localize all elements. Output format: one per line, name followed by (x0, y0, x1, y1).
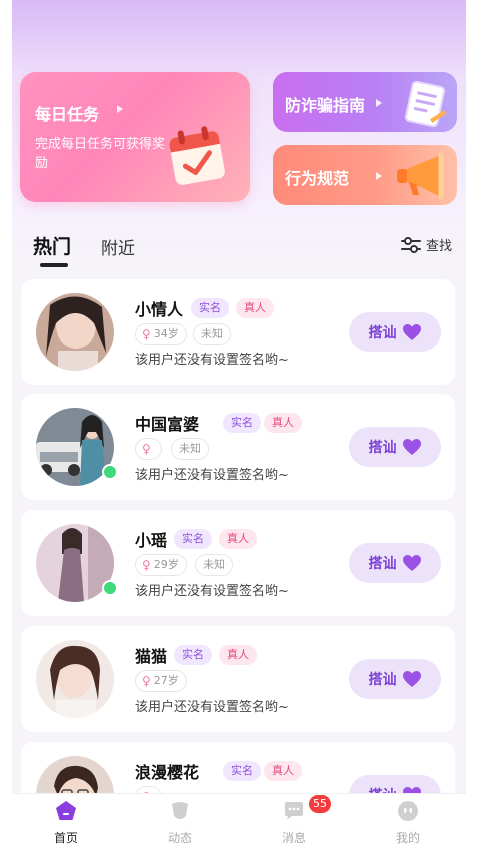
greet-label: 搭讪 (368, 325, 397, 341)
tab-active-indicator (40, 263, 68, 267)
bottom-nav: 首页 动态 消息 我的 (12, 793, 466, 850)
verified-badge: 实名 (174, 529, 212, 549)
anti-fraud-banner[interactable]: 防诈骗指南 (273, 72, 457, 132)
behavior-rules-title: 行为规范 (285, 169, 350, 188)
tab-hot[interactable]: 热门 (33, 232, 71, 259)
heart-icon (402, 324, 421, 340)
user-name: 猫猫 (135, 647, 168, 666)
anti-fraud-title: 防诈骗指南 (285, 96, 366, 115)
greet-button[interactable]: 搭讪 (349, 427, 441, 467)
greet-button[interactable]: 搭讪 (349, 312, 441, 352)
female-icon: ♀ (142, 327, 151, 341)
greet-label: 搭讪 (368, 440, 397, 456)
age-label: 34岁 (153, 327, 179, 340)
filter-icon (401, 236, 421, 253)
behavior-rules-banner[interactable]: 行为规范 (273, 145, 457, 205)
nav-moments[interactable]: 动态 (140, 800, 220, 846)
user-card[interactable]: 小瑶 实名 真人 ♀ 29岁 未知 该用户还没有设置签名哟~ 搭讪 (21, 510, 455, 616)
female-icon: ♀ (142, 442, 151, 456)
calendar-icon (169, 126, 225, 185)
gender-age-tag: ♀ 34岁 (135, 323, 187, 345)
online-indicator (102, 464, 118, 480)
location-tag: 未知 (195, 554, 233, 576)
app-screen: 每日任务 完成每日任务可获得奖励 防诈骗指南 行为规范 热门 附近 查找 小情人… (12, 0, 466, 850)
location-tag: 未知 (193, 323, 231, 345)
location-tag: 未知 (171, 438, 209, 460)
user-name: 小瑶 (135, 531, 168, 550)
user-card[interactable]: 中国富婆 实名 真人 ♀ 未知 该用户还没有设置签名哟~ 搭讪 (21, 394, 455, 500)
signature: 该用户还没有设置签名哟~ (135, 584, 289, 599)
tab-nearby[interactable]: 附近 (101, 234, 135, 259)
arrow-right-icon (376, 172, 382, 180)
nav-mine-label: 我的 (395, 831, 420, 845)
daily-task-banner[interactable]: 每日任务 完成每日任务可获得奖励 (20, 72, 250, 202)
greet-button[interactable]: 搭讪 (349, 659, 441, 699)
nav-home-label: 首页 (53, 831, 78, 845)
document-icon (404, 80, 447, 128)
arrow-right-icon (376, 99, 382, 107)
moments-icon (172, 802, 188, 819)
home-icon (56, 801, 76, 820)
signature: 该用户还没有设置签名哟~ (135, 468, 289, 483)
verified-badge: 实名 (191, 298, 229, 318)
greet-label: 搭讪 (368, 556, 397, 572)
filter-button[interactable]: 查找 (400, 235, 452, 254)
heart-icon (402, 671, 421, 687)
verified-badge: 实名 (174, 645, 212, 665)
real-person-badge: 真人 (264, 413, 302, 433)
megaphone-icon (397, 152, 444, 200)
nav-moments-label: 动态 (167, 831, 192, 845)
real-person-badge: 真人 (219, 529, 257, 549)
user-card[interactable]: 猫猫 实名 真人 ♀ 27岁 该用户还没有设置签名哟~ 搭讪 (21, 626, 455, 732)
gender-age-tag: ♀ 29岁 (135, 554, 187, 576)
user-name: 中国富婆 (135, 415, 200, 434)
real-person-badge: 真人 (219, 645, 257, 665)
verified-badge: 实名 (223, 761, 261, 781)
user-name: 小情人 (135, 300, 184, 319)
online-indicator (102, 580, 118, 596)
avatar[interactable] (36, 293, 114, 371)
real-person-badge: 真人 (236, 298, 274, 318)
signature: 该用户还没有设置签名哟~ (135, 353, 289, 368)
heart-icon (402, 439, 421, 455)
user-name: 浪漫樱花 (135, 763, 200, 782)
daily-task-desc: 完成每日任务可获得奖励 (35, 137, 166, 171)
gender-age-tag: ♀ 27岁 (135, 670, 187, 692)
age-label: 29岁 (153, 558, 179, 571)
greet-label: 搭讪 (368, 672, 397, 688)
unread-count-badge: 55 (309, 795, 331, 813)
signature: 该用户还没有设置签名哟~ (135, 700, 289, 715)
real-person-badge: 真人 (264, 761, 302, 781)
gender-age-tag: ♀ (135, 438, 162, 460)
female-icon: ♀ (142, 558, 151, 572)
nav-messages-label: 消息 (281, 831, 306, 845)
greet-button[interactable]: 搭讪 (349, 543, 441, 583)
arrow-right-icon (117, 105, 123, 113)
nav-home[interactable]: 首页 (26, 800, 106, 846)
daily-task-title: 每日任务 (35, 105, 100, 124)
age-label: 27岁 (153, 674, 179, 687)
verified-badge: 实名 (223, 413, 261, 433)
avatar[interactable] (36, 640, 114, 718)
user-card[interactable]: 小情人 实名 真人 ♀ 34岁 未知 该用户还没有设置签名哟~ 搭讪 (21, 279, 455, 385)
profile-icon (398, 801, 418, 821)
heart-icon (402, 555, 421, 571)
message-icon (285, 802, 303, 820)
female-icon: ♀ (142, 674, 151, 688)
filter-label: 查找 (426, 239, 453, 254)
nav-mine[interactable]: 我的 (368, 800, 448, 846)
